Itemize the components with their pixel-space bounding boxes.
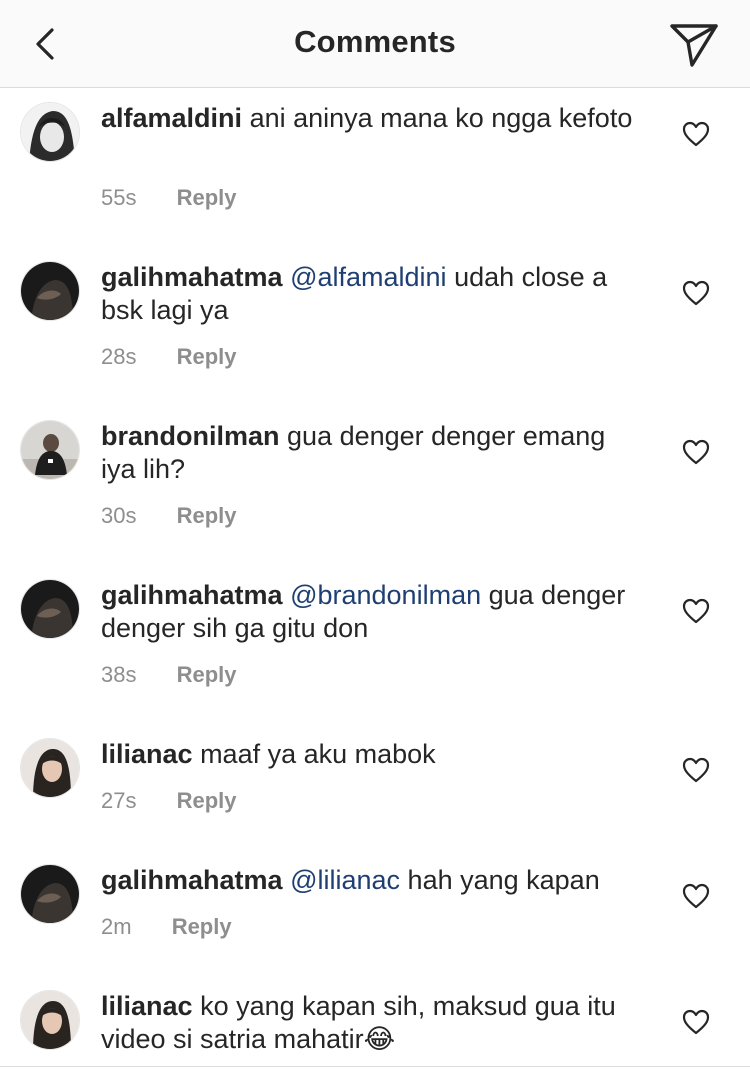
comment-text: galihmahatma @alfamaldini udah close a b… [101,261,646,327]
comment-time: 30s [101,503,137,528]
comment-time: 28s [101,344,137,369]
comment-text: brandonilman gua denger denger emang iya… [101,420,646,486]
comment-username[interactable]: alfamaldini [101,103,242,133]
reply-button[interactable]: Reply [177,662,237,687]
comment-text: lilianac ko yang kapan sih, maksud gua i… [101,990,646,1056]
comment-username[interactable]: galihmahatma [101,580,283,610]
comment-meta: 27s Reply [101,788,237,814]
comment-message: maaf ya aku mabok [200,739,436,769]
comment-username[interactable]: brandonilman [101,421,280,451]
bottom-divider [0,1066,750,1067]
heart-outline-icon[interactable] [682,883,710,909]
avatar[interactable] [20,738,80,798]
avatar[interactable] [20,990,80,1050]
comment-time: 55s [101,185,137,210]
reply-button[interactable]: Reply [177,185,237,210]
avatar[interactable] [20,579,80,639]
comment-time: 27s [101,788,137,813]
avatar[interactable] [20,261,80,321]
comments-header: Comments [0,0,750,88]
reply-button[interactable]: Reply [172,914,232,939]
comment-time: 38s [101,662,137,687]
comment-username[interactable]: lilianac [101,739,193,769]
comment-mention[interactable]: @brandonilman [290,580,481,610]
comment-text: alfamaldini ani aninya mana ko ngga kefo… [101,102,646,135]
comment-mention[interactable]: @alfamaldini [290,262,446,292]
reply-button[interactable]: Reply [177,344,237,369]
comment-meta: 30s Reply [101,503,237,529]
comment-time: 2m [101,914,132,939]
heart-outline-icon[interactable] [682,598,710,624]
comment-text: galihmahatma @brandonilman gua denger de… [101,579,646,645]
avatar[interactable] [20,102,80,162]
comment-meta: 2m Reply [101,914,232,940]
reply-button[interactable]: Reply [177,503,237,528]
page-title: Comments [294,24,456,59]
avatar[interactable] [20,864,80,924]
comment-text: galihmahatma @lilianac hah yang kapan [101,864,646,897]
comment-message: hah yang kapan [407,865,600,895]
comment-text: lilianac maaf ya aku mabok [101,738,646,771]
reply-button[interactable]: Reply [177,788,237,813]
comment-mention[interactable]: @lilianac [290,865,400,895]
heart-outline-icon[interactable] [682,757,710,783]
heart-outline-icon[interactable] [682,1009,710,1035]
paper-plane-icon[interactable] [668,20,720,70]
comment-username[interactable]: galihmahatma [101,262,283,292]
comment-meta: 55s Reply [101,185,237,211]
heart-outline-icon[interactable] [682,121,710,147]
comment-meta: 28s Reply [101,344,237,370]
heart-outline-icon[interactable] [682,280,710,306]
comment-username[interactable]: lilianac [101,991,193,1021]
heart-outline-icon[interactable] [682,439,710,465]
comment-message: ani aninya mana ko ngga kefoto [249,103,633,133]
avatar[interactable] [20,420,80,480]
comment-username[interactable]: galihmahatma [101,865,283,895]
comment-meta: 38s Reply [101,662,237,688]
